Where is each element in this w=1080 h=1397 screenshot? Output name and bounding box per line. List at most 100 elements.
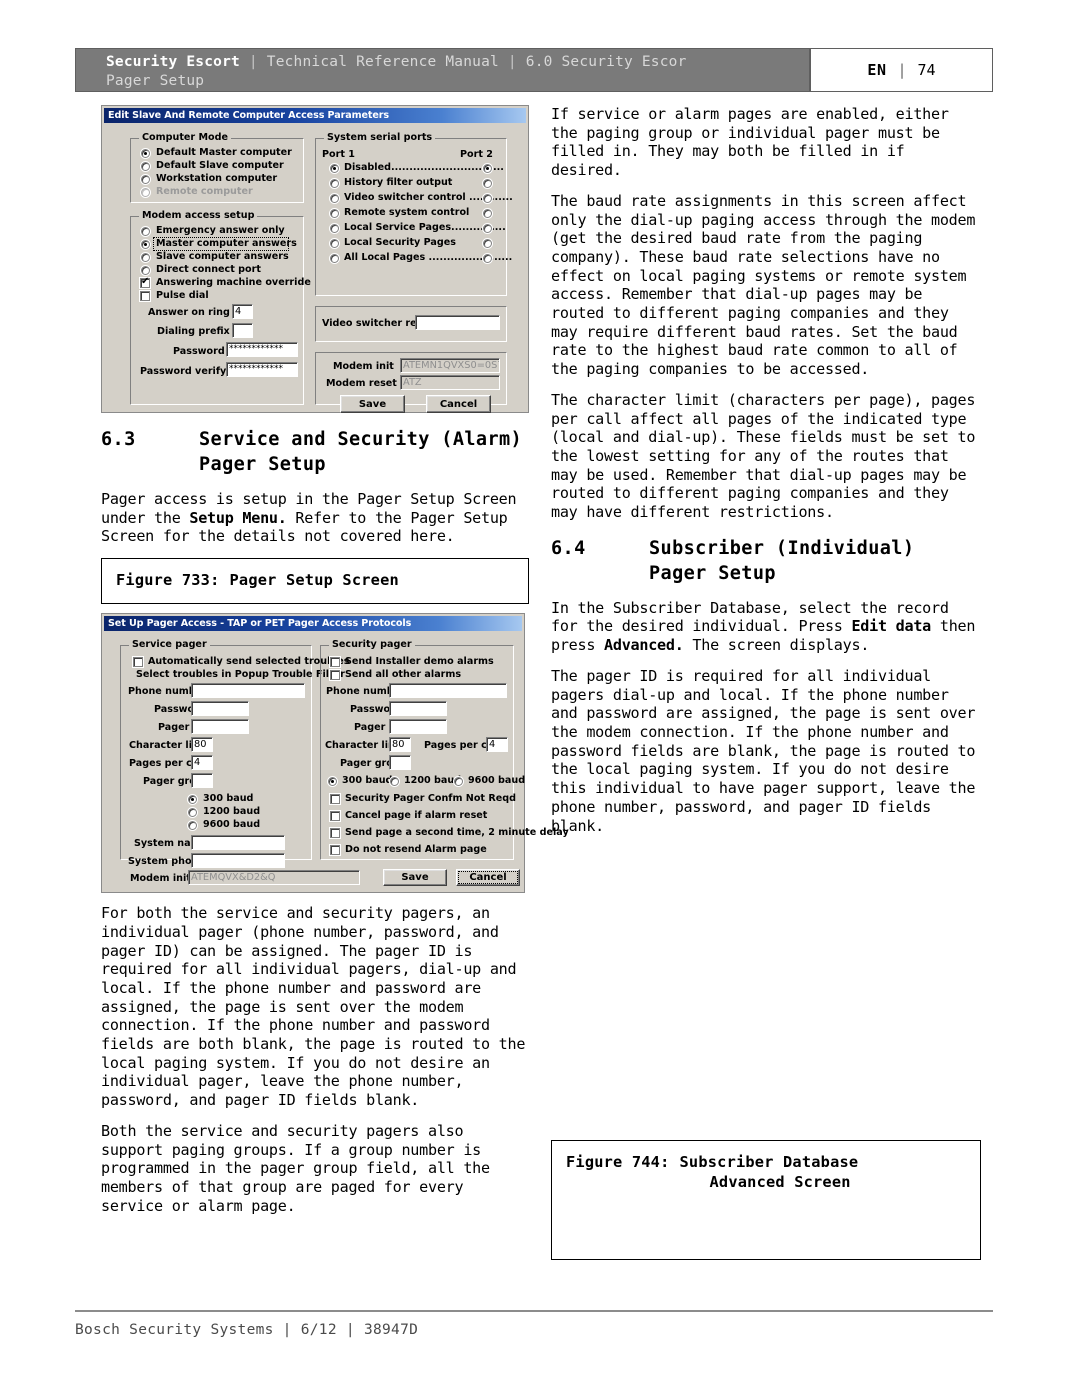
- left-column: Edit Slave And Remote Computer Access Pa…: [101, 105, 569, 1227]
- radio-port1-disabled[interactable]: [330, 164, 339, 173]
- input-password-verify[interactable]: ************: [226, 362, 298, 377]
- group-label-serial-ports: System serial ports: [324, 132, 436, 143]
- figure-733-caption-box: Figure 733: Pager Setup Screen: [101, 558, 529, 605]
- label-service-300-baud: 300 baud: [203, 793, 254, 805]
- label-send-installer-demo-alarms: Send Installer demo alarms: [345, 656, 494, 668]
- label-service-1200-baud: 1200 baud: [203, 806, 261, 818]
- radio-workstation-computer[interactable]: [141, 175, 150, 184]
- section-heading-6-4: 6.4 Subscriber (Individual) Pager Setup: [551, 536, 981, 586]
- input-security-password[interactable]: [389, 701, 447, 717]
- radio-default-slave-computer[interactable]: [141, 162, 150, 171]
- figure-733-label: Figure 733:: [116, 571, 220, 590]
- radio-default-master-computer[interactable]: [141, 149, 150, 158]
- label-trouble-filter-note: Select troubles in Popup Trouble Filter: [136, 669, 345, 681]
- section-heading-6-3: 6.3 Service and Security (Alarm) Pager S…: [101, 427, 529, 477]
- figure-744-text: Subscriber Database Advanced Screen: [680, 1152, 966, 1192]
- radio-port1-local-security-pages[interactable]: [330, 239, 339, 248]
- input-security-pager-group[interactable]: [389, 755, 411, 771]
- figure-733-text: Pager Setup Screen: [229, 571, 399, 590]
- figure-744-caption-box: Figure 744: Subscriber Database Advanced…: [551, 1140, 981, 1260]
- radio-port1-all-local-pages[interactable]: [330, 254, 339, 263]
- group-label-service-pager: Service pager: [129, 639, 210, 651]
- input-modem-init[interactable]: ATEMN1QVXS0=0S7=120: [400, 358, 500, 373]
- input-dialing-prefix[interactable]: [232, 323, 253, 338]
- input-service-pager-id[interactable]: [191, 719, 249, 735]
- label-pager-modem-init: Modem init: [130, 873, 191, 885]
- radio-port2-remote-system-control[interactable]: [483, 209, 492, 218]
- checkbox-send-installer-demo-alarms[interactable]: [330, 657, 340, 668]
- input-security-phone-number[interactable]: [389, 683, 507, 699]
- section-number-6-4: 6.4: [551, 537, 586, 559]
- checkbox-pulse-dial[interactable]: [140, 291, 150, 301]
- label-password: Password: [173, 346, 225, 357]
- radio-port2-local-service-pages[interactable]: [483, 224, 492, 233]
- radio-master-computer-answers[interactable]: [141, 240, 150, 249]
- label-cancel-page-if-alarm-reset: Cancel page if alarm reset: [345, 810, 488, 822]
- label-serial-history-filter-output: History filter output: [344, 177, 453, 188]
- input-modem-reset[interactable]: ATZ: [400, 375, 500, 390]
- label-security-1200-baud: 1200 baud: [404, 775, 462, 787]
- document-page: Security Escort | Technical Reference Ma…: [0, 0, 1080, 1397]
- header-title-text: Security Escort | Technical Reference Ma…: [106, 53, 806, 91]
- radio-direct-connect-port[interactable]: [141, 266, 150, 275]
- input-pager-modem-init[interactable]: ATEMQVX&D2&Q: [188, 870, 360, 886]
- header-separator-2: |: [507, 54, 517, 70]
- radio-port2-all-local-pages[interactable]: [483, 254, 492, 263]
- checkbox-answering-machine-override[interactable]: [140, 276, 150, 288]
- input-security-character-limit[interactable]: 80: [389, 737, 411, 753]
- input-service-character-limit[interactable]: 80: [191, 737, 213, 753]
- radio-port2-video-switcher-control[interactable]: [483, 194, 492, 203]
- label-password-verify: Password verify: [140, 366, 227, 377]
- left-paragraph-2: For both the service and security pagers…: [101, 904, 526, 1110]
- header-subtitle: Pager Setup: [106, 73, 205, 89]
- group-label-modem-access: Modem access setup: [139, 210, 258, 221]
- checkbox-send-all-other-alarms[interactable]: [330, 670, 340, 681]
- radio-port2-history-filter-output[interactable]: [483, 179, 492, 188]
- right-paragraph-1: If service or alarm pages are enabled, e…: [551, 105, 949, 180]
- input-service-phone-number[interactable]: [191, 683, 305, 699]
- input-system-name[interactable]: [191, 835, 285, 851]
- section-title-6-4: Subscriber (Individual) Pager Setup: [649, 536, 981, 586]
- checkbox-security-pager-confm-not-reqd[interactable]: [330, 794, 340, 805]
- checkbox-do-not-resend-alarm-page[interactable]: [330, 845, 340, 856]
- radio-port1-remote-system-control[interactable]: [330, 209, 339, 218]
- label-serial-disabled: Disabled...............................: [344, 162, 504, 173]
- label-answering-machine-override: Answering machine override: [156, 277, 311, 288]
- input-system-phone[interactable]: [191, 853, 285, 869]
- label-serial-local-service-pages: Local Service Pages...............: [344, 222, 506, 233]
- input-video-switcher-restore[interactable]: [415, 315, 500, 330]
- label-default-master-computer: Default Master computer: [156, 147, 292, 158]
- input-password[interactable]: ************: [226, 342, 298, 357]
- save-button[interactable]: Save: [340, 395, 405, 413]
- radio-port1-local-service-pages[interactable]: [330, 224, 339, 233]
- input-service-pager-group[interactable]: [191, 773, 213, 789]
- figure-733-caption: Figure 733: Pager Setup Screen: [116, 570, 514, 590]
- footer-divider: [75, 1310, 993, 1312]
- radio-port1-history-filter-output[interactable]: [330, 179, 339, 188]
- checkbox-auto-send-troubles[interactable]: [133, 657, 143, 668]
- pager-cancel-button[interactable]: Cancel: [456, 869, 520, 887]
- radio-port2-disabled[interactable]: [483, 164, 492, 173]
- input-service-pages-per-call[interactable]: 4: [191, 755, 213, 771]
- figure-744-caption: Figure 744: Subscriber Database Advanced…: [566, 1152, 966, 1192]
- radio-port2-local-security-pages[interactable]: [483, 239, 492, 248]
- checkbox-send-page-second-time[interactable]: [330, 828, 340, 839]
- right-p4-e: The screen displays.: [683, 636, 870, 655]
- footer-text: Bosch Security Systems | 6/12 | 38947D: [75, 1322, 419, 1338]
- right-paragraph-4: In the Subscriber Database, select the r…: [551, 599, 981, 655]
- checkbox-cancel-page-if-alarm-reset[interactable]: [330, 811, 340, 822]
- input-security-pager-id[interactable]: [389, 719, 447, 735]
- page-number: 74: [917, 61, 936, 79]
- header-page-separator: |: [897, 61, 907, 79]
- label-modem-init: Modem init: [333, 361, 394, 372]
- radio-slave-computer-answers[interactable]: [141, 253, 150, 262]
- pager-save-button[interactable]: Save: [383, 869, 447, 887]
- input-service-password[interactable]: [191, 701, 249, 717]
- cancel-button[interactable]: Cancel: [426, 395, 491, 413]
- radio-emergency-answer-only[interactable]: [141, 227, 150, 236]
- input-answer-on-ring[interactable]: 4: [232, 304, 253, 319]
- header-language: EN: [867, 61, 887, 79]
- input-security-pages-per-call[interactable]: 4: [486, 737, 508, 753]
- label-direct-connect-port: Direct connect port: [156, 264, 261, 275]
- radio-port1-video-switcher-control[interactable]: [330, 194, 339, 203]
